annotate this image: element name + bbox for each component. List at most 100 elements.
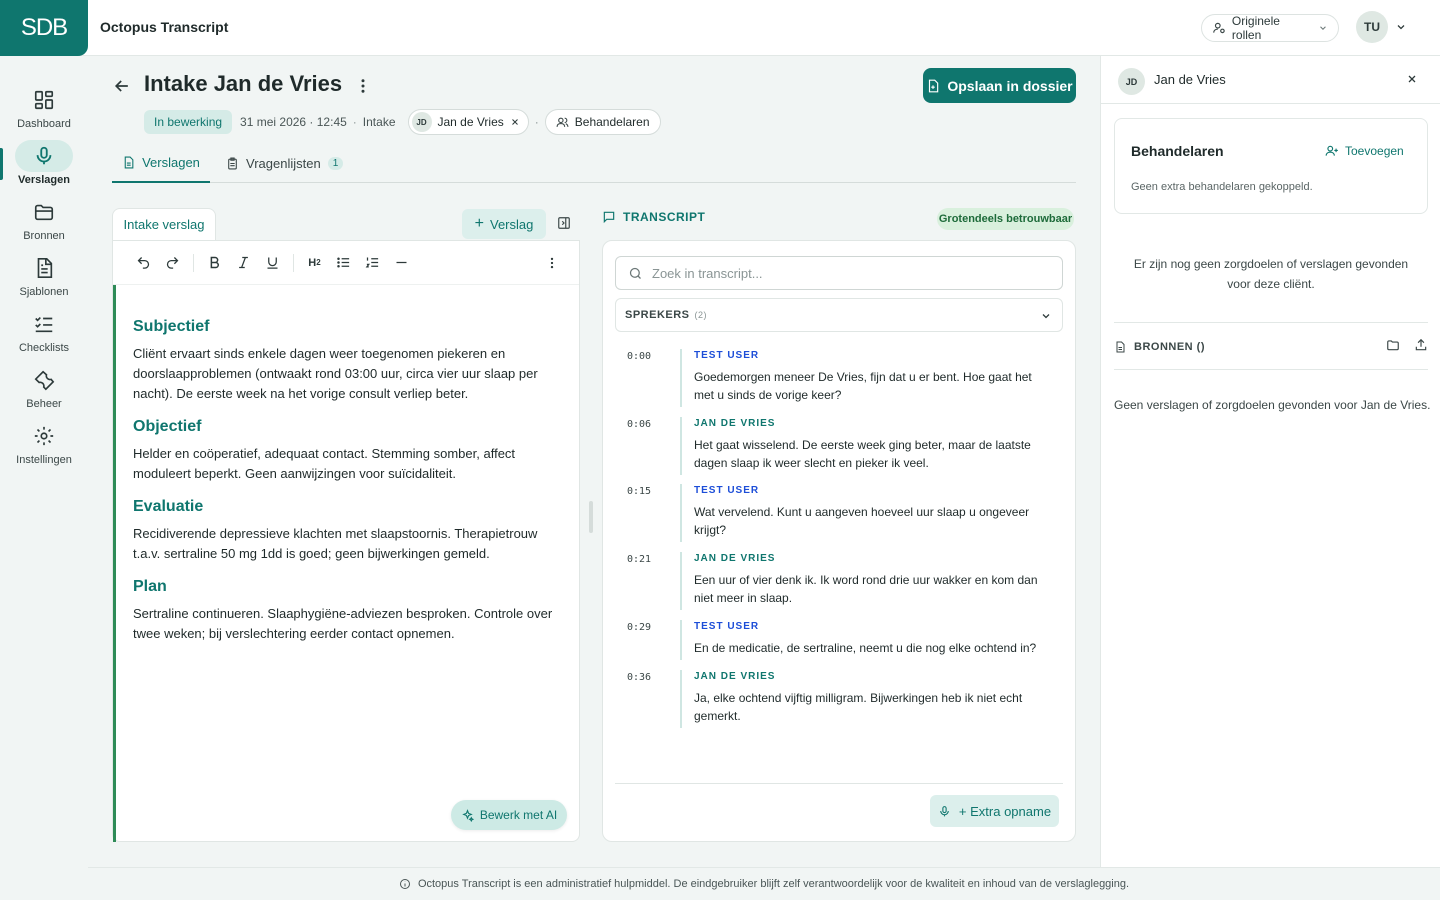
sidebar-item-sjablonen[interactable]: Sjablonen: [0, 252, 88, 308]
horizontal-rule-icon[interactable]: [387, 249, 416, 277]
folder-icon[interactable]: [1386, 338, 1400, 352]
speakers-count: (2): [694, 310, 708, 320]
bold-icon[interactable]: [200, 249, 229, 277]
utterance-text: Goedemorgen meneer De Vries, fijn dat u …: [694, 370, 1032, 402]
add-verslag-button[interactable]: + Verslag: [462, 209, 546, 239]
sidebar-item-bronnen[interactable]: Bronnen: [0, 196, 88, 252]
close-icon[interactable]: [510, 117, 520, 127]
utterance-timestamp[interactable]: 0:00: [627, 351, 651, 362]
sidebar-item-instellingen[interactable]: Instellingen: [0, 420, 88, 476]
undo-icon[interactable]: [129, 249, 158, 277]
utterance-timestamp[interactable]: 0:21: [627, 554, 651, 565]
section-text-evaluatie: Recidiverende depressieve klachten met s…: [133, 526, 538, 561]
sidebar-label: Beheer: [26, 398, 62, 410]
sidebar-label: Verslagen: [18, 174, 70, 186]
separator-dot: ·: [352, 115, 357, 129]
user-plus-icon: [1325, 145, 1338, 156]
behandelaren-chip-label: Behandelaren: [574, 115, 650, 129]
sidebar-label: Dashboard: [17, 118, 71, 130]
sidebar-label: Bronnen: [23, 230, 65, 242]
utterance-text: Een uur of vier denk ik. Ik word rond dr…: [694, 573, 1038, 605]
roles-dropdown[interactable]: Originele rollen: [1201, 14, 1339, 42]
sidebar-item-checklists[interactable]: Checklists: [0, 308, 88, 364]
section-heading-plan: Plan: [133, 578, 167, 595]
panel-resize-handle[interactable]: [589, 501, 593, 533]
utterance-timestamp[interactable]: 0:29: [627, 622, 651, 633]
extra-recording-button[interactable]: + Extra opname: [930, 795, 1059, 827]
sidebar-item-verslagen[interactable]: Verslagen: [0, 140, 88, 196]
transcript-utterance[interactable]: 0:00 TEST USER Goedemorgen meneer De Vri…: [627, 349, 1067, 409]
app-title: Octopus Transcript: [100, 19, 229, 35]
more-icon[interactable]: [545, 255, 559, 271]
chat-bubble-icon: [603, 211, 615, 224]
meta-row: In bewerking 31 mei 2026 · 12:45 · Intak…: [144, 109, 661, 135]
folder-icon: [15, 196, 73, 228]
sidebar-item-dashboard[interactable]: Dashboard: [0, 84, 88, 140]
utterance-bar: [680, 349, 682, 407]
tab-verslagen[interactable]: Verslagen: [112, 143, 210, 183]
separator-dot: ·: [534, 115, 539, 129]
transcript-search-input[interactable]: [652, 265, 1052, 281]
extra-recording-label: + Extra opname: [958, 803, 1052, 819]
utterance-timestamp[interactable]: 0:15: [627, 486, 651, 497]
tab-vragenlijsten[interactable]: Vragenlijsten 1: [226, 143, 344, 183]
italic-icon[interactable]: [229, 249, 258, 277]
utterance-timestamp[interactable]: 0:06: [627, 419, 651, 430]
page-tabs: Verslagen Vragenlijsten 1: [112, 143, 1076, 183]
user-roles-icon: [1213, 22, 1225, 34]
bullet-list-icon[interactable]: [329, 249, 358, 277]
section-text-subjectief: Cliënt ervaart sinds enkele dagen weer t…: [133, 346, 538, 401]
clipboard-icon: [228, 157, 237, 169]
disclaimer-text: Octopus Transcript is een administratief…: [417, 878, 1130, 890]
sidebar-label: Instellingen: [16, 454, 72, 466]
report-datetime: 31 mei 2026 · 12:45: [240, 115, 347, 129]
transcript-title: TRANSCRIPT: [623, 210, 706, 224]
transcript-utterance[interactable]: 0:29 TEST USER En de medicatie, de sertr…: [627, 620, 1067, 662]
footer-disclaimer: Octopus Transcript is een administratief…: [88, 867, 1440, 900]
chevron-down-icon: [1320, 26, 1326, 30]
upload-icon[interactable]: [1414, 338, 1428, 352]
transcript-utterance[interactable]: 0:36 JAN DE VRIES Ja, elke ochtend vijft…: [627, 670, 1067, 730]
divider: [1114, 322, 1428, 323]
behandelaren-chip[interactable]: Behandelaren: [544, 109, 661, 135]
underline-icon[interactable]: [258, 249, 287, 277]
utterance-text: En de medicatie, de sertraline, neemt u …: [694, 641, 1037, 655]
gear-icon: [15, 420, 73, 452]
toolbar-divider: [193, 253, 194, 272]
section-heading-evaluatie: Evaluatie: [133, 498, 204, 515]
more-options-icon[interactable]: [354, 76, 372, 96]
reports-empty-text: Geen verslagen of zorgdoelen gevonden vo…: [1114, 398, 1431, 412]
speakers-accordion[interactable]: SPREKERS (2): [615, 298, 1063, 332]
editor-content[interactable]: Subjectief Cliënt ervaart sinds enkele d…: [113, 285, 579, 842]
tab-label: Verslagen: [142, 154, 200, 170]
numbered-list-icon[interactable]: [358, 249, 387, 277]
transcript-utterance[interactable]: 0:15 TEST USER Wat vervelend. Kunt u aan…: [627, 484, 1067, 544]
search-icon: [629, 267, 641, 279]
document-icon: [1116, 341, 1125, 353]
patient-chip[interactable]: JD Jan de Vries: [407, 109, 529, 135]
wrench-icon: [15, 364, 73, 396]
collapse-panel-icon[interactable]: [557, 216, 571, 230]
heading-icon[interactable]: H2: [300, 249, 329, 277]
close-icon[interactable]: [1406, 73, 1418, 85]
section-heading-subjectief: Subjectief: [133, 318, 210, 335]
utterance-speaker: TEST USER: [694, 350, 760, 361]
save-button-label: Opslaan in dossier: [947, 77, 1073, 94]
redo-icon[interactable]: [158, 249, 187, 277]
back-arrow-icon[interactable]: [112, 76, 132, 96]
utterance-speaker: JAN DE VRIES: [694, 418, 776, 429]
tab-count-badge: 1: [327, 156, 344, 170]
edit-with-ai-button[interactable]: Bewerk met AI: [451, 800, 567, 830]
chevron-down-icon[interactable]: [1395, 21, 1407, 33]
transcript-utterance[interactable]: 0:21 JAN DE VRIES Een uur of vier denk i…: [627, 552, 1067, 612]
transcript-utterance[interactable]: 0:06 JAN DE VRIES Het gaat wisselend. De…: [627, 417, 1067, 477]
add-behandelaar-button[interactable]: Toevoegen: [1325, 144, 1404, 158]
app-logo[interactable]: SDB: [0, 0, 88, 56]
report-tab-intake[interactable]: Intake verslag: [112, 208, 216, 240]
utterance-timestamp[interactable]: 0:36: [627, 672, 651, 683]
sidebar-item-beheer[interactable]: Beheer: [0, 364, 88, 420]
user-avatar[interactable]: TU: [1356, 11, 1388, 43]
transcript-search[interactable]: [615, 256, 1063, 290]
save-to-dossier-button[interactable]: Opslaan in dossier: [923, 68, 1076, 103]
divider: [1114, 369, 1428, 370]
